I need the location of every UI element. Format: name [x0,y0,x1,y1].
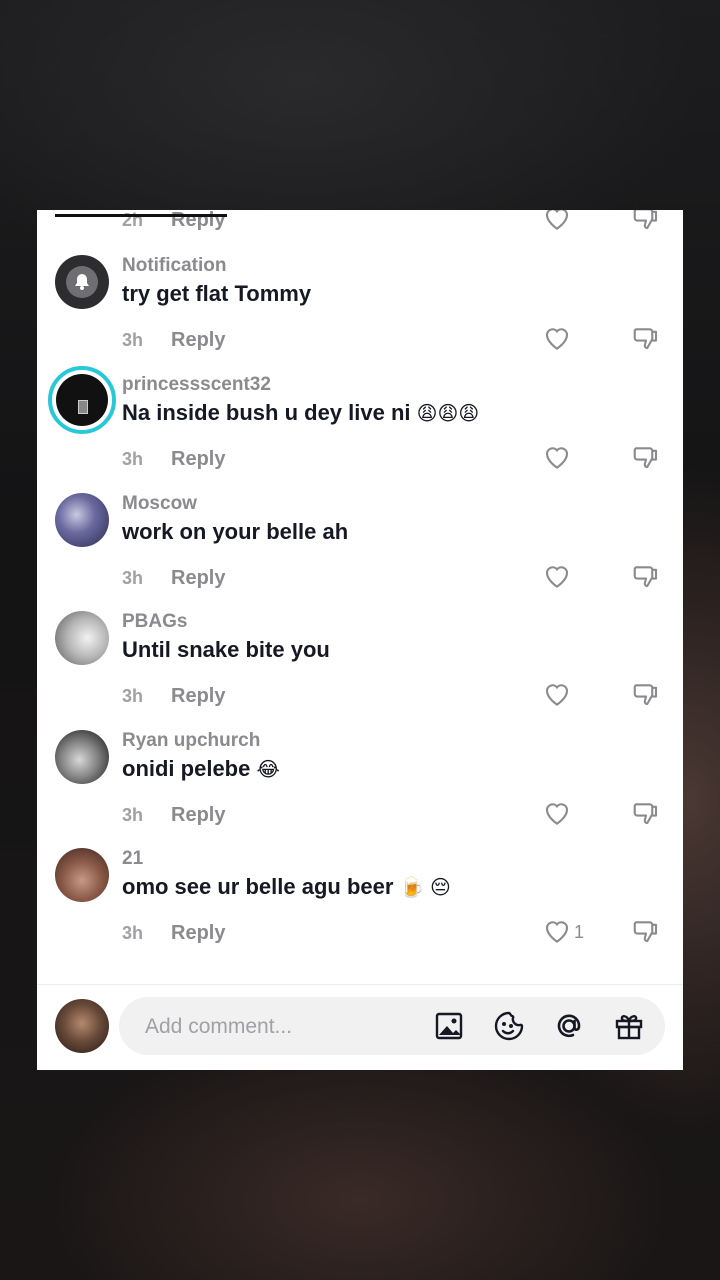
reply-button[interactable]: Reply [171,448,225,471]
my-avatar[interactable] [55,999,109,1053]
comment-username[interactable]: 21 [122,848,143,870]
emoji: 😩😩😩 [416,403,480,425]
avatar[interactable] [55,493,109,547]
comment-username[interactable]: Notification [122,255,227,277]
comment-input[interactable] [143,1009,407,1045]
comment-time: 3h [122,805,144,825]
sticker-icon[interactable] [493,1010,525,1042]
comment-item: Ryan upchurch onidi pelebe 😂 3h Reply [37,730,683,848]
image-icon[interactable] [433,1010,465,1042]
comment-composer [37,985,683,1070]
comment-item: Moscow work on your belle ah 3h Reply [37,493,683,611]
dislike-icon[interactable] [631,442,661,472]
reply-button[interactable]: Reply [171,804,225,827]
dislike-icon[interactable] [631,679,661,709]
emoji: 😂 [256,759,280,781]
comment-time: 3h [122,568,144,588]
comment-time: 3h [122,686,144,706]
reply-button[interactable]: Reply [171,685,225,708]
like-count: 1 [574,922,585,942]
heart-icon[interactable] [542,210,572,233]
heart-icon[interactable] [542,323,572,353]
dislike-icon[interactable] [631,916,661,946]
comment-input-box[interactable] [119,997,665,1055]
comment-item: 21 omo see ur belle agu beer 🍺 😔 3h Repl… [37,848,683,966]
reply-button[interactable]: Reply [171,922,225,945]
comment-text: omo see ur belle agu beer 🍺 😔 [122,874,451,899]
comment-text: Na inside bush u dey live ni 😩😩😩 [122,400,480,425]
comment-text: work on your belle ah [122,519,349,544]
comment-text: onidi pelebe 😂 [122,756,280,781]
dislike-icon[interactable] [631,210,661,233]
dislike-icon[interactable] [631,561,661,591]
comment-text: Until snake bite you [122,637,330,662]
bell-icon [66,266,98,298]
comment-time: 3h [122,330,144,350]
comment-username[interactable]: Moscow [122,493,197,515]
heart-icon[interactable] [542,798,572,828]
heart-icon[interactable] [542,561,572,591]
at-icon[interactable] [553,1010,585,1042]
comments-panel: 2h Reply Notification try get flat Tommy… [37,210,683,1070]
avatar[interactable] [55,611,109,665]
dislike-icon[interactable] [631,798,661,828]
gift-icon[interactable] [613,1010,645,1042]
reply-button[interactable]: Reply [171,567,225,590]
avatar[interactable] [55,730,109,784]
heart-icon[interactable] [542,679,572,709]
comment-time: 3h [122,923,144,943]
comment-username[interactable]: PBAGs [122,611,187,633]
avatar[interactable] [55,255,109,309]
avatar[interactable] [48,366,116,434]
comment-item: Notification try get flat Tommy 3h Reply [37,255,683,373]
comment-item: PBAGs Until snake bite you 3h Reply [37,611,683,729]
emoji: 🍺 😔 [399,877,451,899]
comment-list[interactable]: 2h Reply Notification try get flat Tommy… [37,210,683,985]
comment-item: princessscent32 Na inside bush u dey liv… [37,366,683,492]
scroll-indicator [55,214,227,217]
avatar[interactable] [55,848,109,902]
reply-button[interactable]: Reply [171,329,225,352]
heart-icon[interactable] [542,442,572,472]
dislike-icon[interactable] [631,323,661,353]
comment-time: 3h [122,449,144,469]
comment-text: try get flat Tommy [122,281,312,306]
comment-username[interactable]: princessscent32 [122,374,271,396]
comment-username[interactable]: Ryan upchurch [122,730,260,752]
heart-icon[interactable] [542,916,572,946]
